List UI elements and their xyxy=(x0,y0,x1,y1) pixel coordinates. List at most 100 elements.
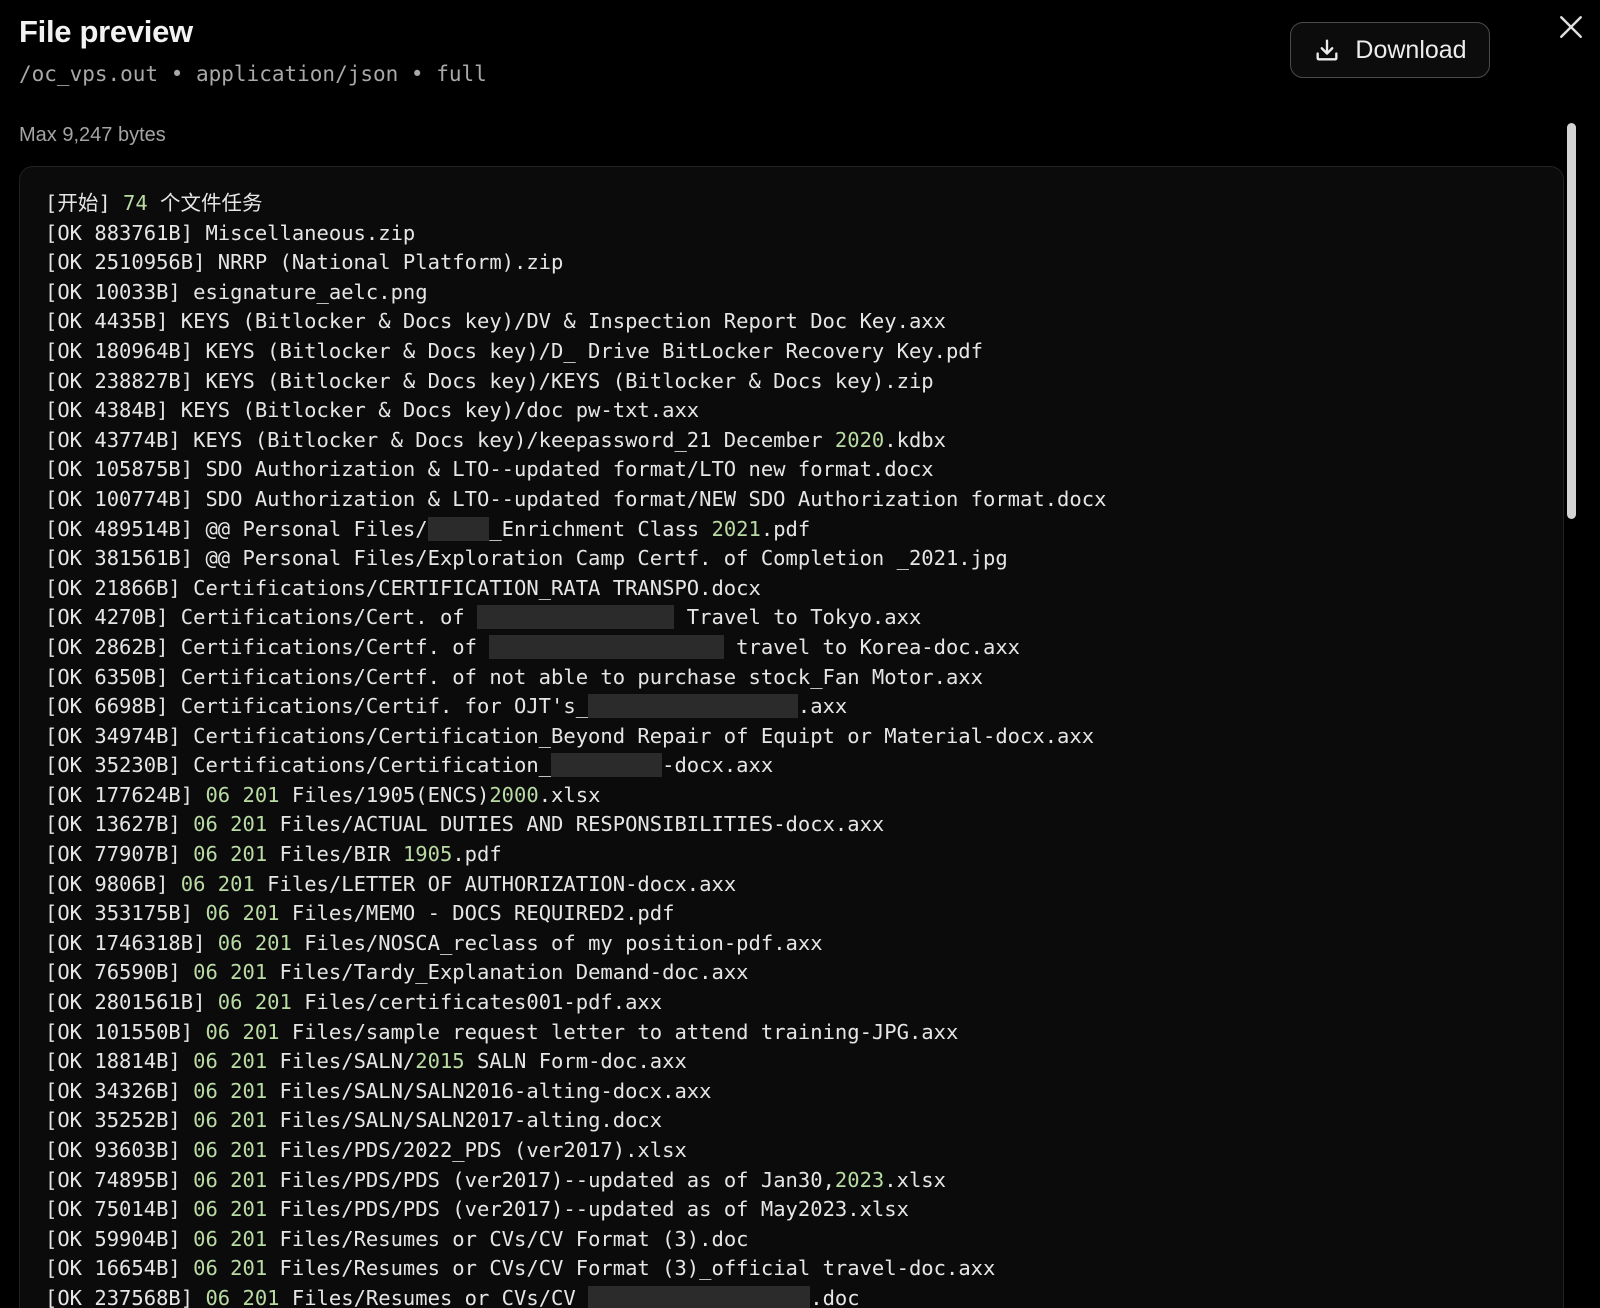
log-text: [OK 35230B] Certifications/Certification… xyxy=(45,753,552,778)
log-text: Files/MEMO - DOCS REQUIRED2.pdf xyxy=(279,901,675,926)
log-text: 个文件任务 xyxy=(147,191,263,215)
log-line: [OK 2510956B] NRRP (National Platform).z… xyxy=(45,248,1106,278)
log-line: [OK 77907B] 06 201 Files/BIR 1905.pdf xyxy=(45,840,1106,870)
redacted-block xyxy=(551,753,663,778)
log-number-token: 06 201 xyxy=(193,1167,268,1192)
log-text: [OK 59904B] xyxy=(45,1226,194,1251)
log-number-token: 06 201 xyxy=(217,930,292,955)
log-number-token: 06 201 xyxy=(193,1138,268,1162)
log-line: [OK 59904B] 06 201 Files/Resumes or CVs/… xyxy=(45,1225,1106,1255)
log-text: [OK 2510956B] NRRP (National Platform).z… xyxy=(45,250,564,275)
log-line: [OK 6350B] Certifications/Certf. of not … xyxy=(45,663,1106,693)
close-button[interactable] xyxy=(1554,12,1588,46)
log-line: [OK 21866B] Certifications/CERTIFICATION… xyxy=(45,574,1106,604)
log-number-token: 06 201 xyxy=(205,901,280,926)
file-content-panel[interactable]: [开始] 74 个文件任务 [OK 883761B] Miscellaneous.… xyxy=(19,166,1564,1308)
log-line: [OK 177624B] 06 201 Files/1905(ENCS)2000… xyxy=(45,781,1106,811)
log-text: [OK 101550B] xyxy=(45,1019,206,1044)
log-text: .xlsx xyxy=(884,1167,946,1192)
log-text: [OK 237568B] xyxy=(45,1285,206,1308)
log-text: -docx.axx xyxy=(662,753,774,778)
log-text: [OK 13627B] xyxy=(45,812,194,837)
log-text: [OK 34326B] xyxy=(45,1078,194,1103)
log-number-token: 2020 xyxy=(834,427,885,452)
log-line: [OK 76590B] 06 201 Files/Tardy_Explanati… xyxy=(45,958,1106,988)
log-line: [OK 93603B] 06 201 Files/PDS/2022_PDS (v… xyxy=(45,1136,1106,1166)
log-text: [OK 43774B] KEYS (Bitlocker & Docs key)/… xyxy=(45,427,835,452)
log-text: Files/PDS/PDS (ver2017)--updated as of J… xyxy=(267,1167,835,1192)
download-button[interactable]: Download xyxy=(1290,22,1490,78)
redacted-block xyxy=(427,516,490,541)
log-line: [OK 2801561B] 06 201 Files/certificates0… xyxy=(45,988,1106,1018)
download-button-label: Download xyxy=(1355,35,1467,64)
page-title: File preview xyxy=(19,14,193,49)
scrollbar-thumb[interactable] xyxy=(1567,123,1576,519)
log-text: Files/sample request letter to attend tr… xyxy=(279,1019,959,1044)
log-line: [OK 35252B] 06 201 Files/SALN/SALN2017-a… xyxy=(45,1106,1106,1136)
log-line: [OK 9806B] 06 201 Files/LETTER OF AUTHOR… xyxy=(45,870,1106,900)
log-number-token: 2015 xyxy=(415,1049,465,1074)
log-text: [OK 18814B] xyxy=(45,1049,194,1074)
download-icon xyxy=(1313,36,1341,64)
log-line: [OK 100774B] SDO Authorization & LTO--up… xyxy=(45,485,1106,515)
log-line: [OK 237568B] 06 201 Files/Resumes or CVs… xyxy=(45,1284,1106,1308)
log-number-token: 06 201 xyxy=(205,782,280,807)
log-text: [OK 238827B] KEYS (Bitlocker & Docs key)… xyxy=(45,368,934,393)
log-number-token: 2023 xyxy=(834,1167,885,1192)
log-text: [开始] xyxy=(45,191,124,215)
log-line: [OK 34974B] Certifications/Certification… xyxy=(45,722,1106,752)
log-line: [OK 6698B] Certifications/Certif. for OJ… xyxy=(45,692,1106,722)
log-number-token: 06 201 xyxy=(193,1256,268,1281)
redacted-block xyxy=(476,605,675,630)
log-text: [OK 2862B] Certifications/Certf. of xyxy=(45,634,490,659)
log-text: Files/SALN/SALN2017-alting.docx xyxy=(267,1108,663,1133)
log-line: [OK 4384B] KEYS (Bitlocker & Docs key)/d… xyxy=(45,396,1106,426)
log-text: [OK 6350B] Certifications/Certf. of not … xyxy=(45,664,983,689)
log-line: [OK 2862B] Certifications/Certf. of trav… xyxy=(45,633,1106,663)
log-text: Files/Tardy_Explanation Demand-doc.axx xyxy=(267,960,749,985)
log-line: [OK 16654B] 06 201 Files/Resumes or CVs/… xyxy=(45,1254,1106,1284)
log-line: [OK 13627B] 06 201 Files/ACTUAL DUTIES A… xyxy=(45,810,1106,840)
log-text: [OK 9806B] xyxy=(45,871,181,896)
log-text: [OK 105875B] SDO Authorization & LTO--up… xyxy=(45,457,934,482)
log-text: Files/PDS/PDS (ver2017)--updated as of M… xyxy=(267,1197,909,1222)
log-line: [OK 105875B] SDO Authorization & LTO--up… xyxy=(45,455,1106,485)
log-line: [OK 4435B] KEYS (Bitlocker & Docs key)/D… xyxy=(45,307,1106,337)
log-text: Files/SALN/ xyxy=(267,1049,416,1074)
log-text: [OK 34974B] Certifications/Certification… xyxy=(45,723,1095,748)
log-line: [OK 35230B] Certifications/Certification… xyxy=(45,751,1106,781)
log-number-token: 06 201 xyxy=(193,1197,268,1222)
log-text: Files/Resumes or CVs/CV Format (3)_offic… xyxy=(267,1256,996,1281)
log-text: .xlsx xyxy=(538,782,601,807)
log-number-token: 1905 xyxy=(402,842,453,867)
log-text: [OK 75014B] xyxy=(45,1197,194,1222)
redacted-block xyxy=(588,1285,811,1308)
log-text: [OK 6698B] Certifications/Certif. for OJ… xyxy=(45,694,589,719)
log-line: [OK 10033B] esignature_aelc.png xyxy=(45,278,1106,308)
log-text: [OK 381561B] @@ Personal Files/Explorati… xyxy=(45,546,1008,571)
log-number-token: 06 201 xyxy=(193,1078,268,1103)
log-text: Files/SALN/SALN2016-alting-docx.axx xyxy=(267,1078,712,1103)
log-text: [OK 4435B] KEYS (Bitlocker & Docs key)/D… xyxy=(45,309,946,334)
log-text: Files/BIR xyxy=(267,842,403,867)
log-text: [OK 10033B] esignature_aelc.png xyxy=(45,279,428,304)
log-number-token: 2021 xyxy=(711,516,761,541)
log-line: [OK 18814B] 06 201 Files/SALN/2015 SALN … xyxy=(45,1047,1106,1077)
log-line: [OK 75014B] 06 201 Files/PDS/PDS (ver201… xyxy=(45,1195,1106,1225)
redacted-block xyxy=(588,694,798,719)
log-text: [OK 100774B] SDO Authorization & LTO--up… xyxy=(45,486,1107,511)
log-number-token: 06 201 xyxy=(205,1285,280,1308)
log-line: [OK 353175B] 06 201 Files/MEMO - DOCS RE… xyxy=(45,899,1106,929)
log-line: [OK 34326B] 06 201 Files/SALN/SALN2016-a… xyxy=(45,1077,1106,1107)
file-content-lines: [开始] 74 个文件任务 [OK 883761B] Miscellaneous.… xyxy=(45,189,1106,1308)
log-text: [OK 177624B] xyxy=(45,782,206,807)
close-icon xyxy=(1558,14,1584,45)
log-line: [OK 238827B] KEYS (Bitlocker & Docs key)… xyxy=(45,367,1106,397)
log-text: [OK 21866B] Certifications/CERTIFICATION… xyxy=(45,575,761,600)
log-text: Files/ACTUAL DUTIES AND RESPONSIBILITIES… xyxy=(267,812,885,837)
log-text: Files/LETTER OF AUTHORIZATION-docx.axx xyxy=(254,871,737,896)
log-text: [OK 2801561B] xyxy=(45,990,218,1015)
log-text: .kdbx xyxy=(884,427,946,452)
log-text: [OK 180964B] KEYS (Bitlocker & Docs key)… xyxy=(45,338,983,363)
log-text: _Enrichment Class xyxy=(489,516,712,541)
